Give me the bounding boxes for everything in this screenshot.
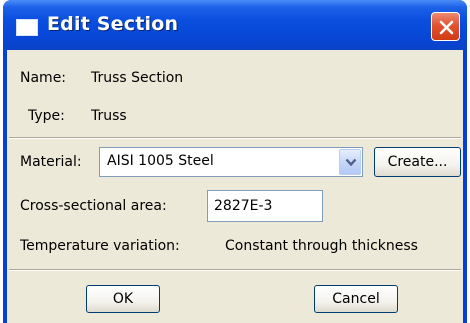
dialog-body: Name: Truss Section Type: Truss Material… xyxy=(7,50,463,323)
ok-button-label: OK xyxy=(112,291,134,307)
temperature-value: Constant through thickness xyxy=(225,238,418,254)
separator xyxy=(9,269,461,271)
material-selected-value: AISI 1005 Steel xyxy=(107,153,214,169)
name-value: Truss Section xyxy=(91,70,184,86)
create-button-label: Create... xyxy=(387,154,448,170)
material-label: Material: xyxy=(20,154,82,170)
close-icon xyxy=(439,20,454,35)
dialog-title: Edit Section xyxy=(47,13,179,35)
dialog-window: Edit Section Name: Truss Section Type: T… xyxy=(3,0,467,323)
name-label: Name: xyxy=(20,70,67,86)
area-field[interactable] xyxy=(207,190,323,222)
area-input[interactable] xyxy=(208,191,322,221)
type-value: Truss xyxy=(91,108,127,124)
title-bar[interactable]: Edit Section xyxy=(3,0,467,50)
close-button[interactable] xyxy=(431,12,460,41)
ok-button[interactable]: OK xyxy=(86,285,160,313)
window-icon xyxy=(16,19,38,36)
separator xyxy=(9,137,461,139)
type-label: Type: xyxy=(28,108,65,124)
area-label: Cross-sectional area: xyxy=(20,198,167,214)
material-dropdown[interactable]: AISI 1005 Steel xyxy=(99,147,363,177)
chevron-down-icon xyxy=(345,158,357,167)
create-material-button[interactable]: Create... xyxy=(374,147,461,177)
cancel-button[interactable]: Cancel xyxy=(314,285,398,313)
dropdown-arrow-button[interactable] xyxy=(339,149,361,175)
temperature-label: Temperature variation: xyxy=(20,238,180,254)
cancel-button-label: Cancel xyxy=(332,291,380,307)
